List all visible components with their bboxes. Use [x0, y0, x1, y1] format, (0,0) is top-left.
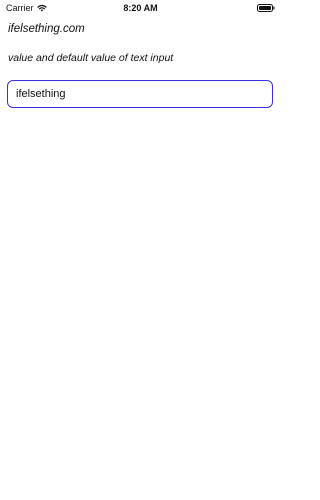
status-bar: Carrier 8:20 AM: [0, 0, 281, 16]
status-time: 8:20 AM: [123, 3, 158, 13]
text-input[interactable]: [7, 80, 273, 108]
battery-icon: [257, 4, 275, 12]
site-title: ifelsething.com: [8, 23, 85, 35]
page-subtitle: value and default value of text input: [8, 52, 174, 64]
